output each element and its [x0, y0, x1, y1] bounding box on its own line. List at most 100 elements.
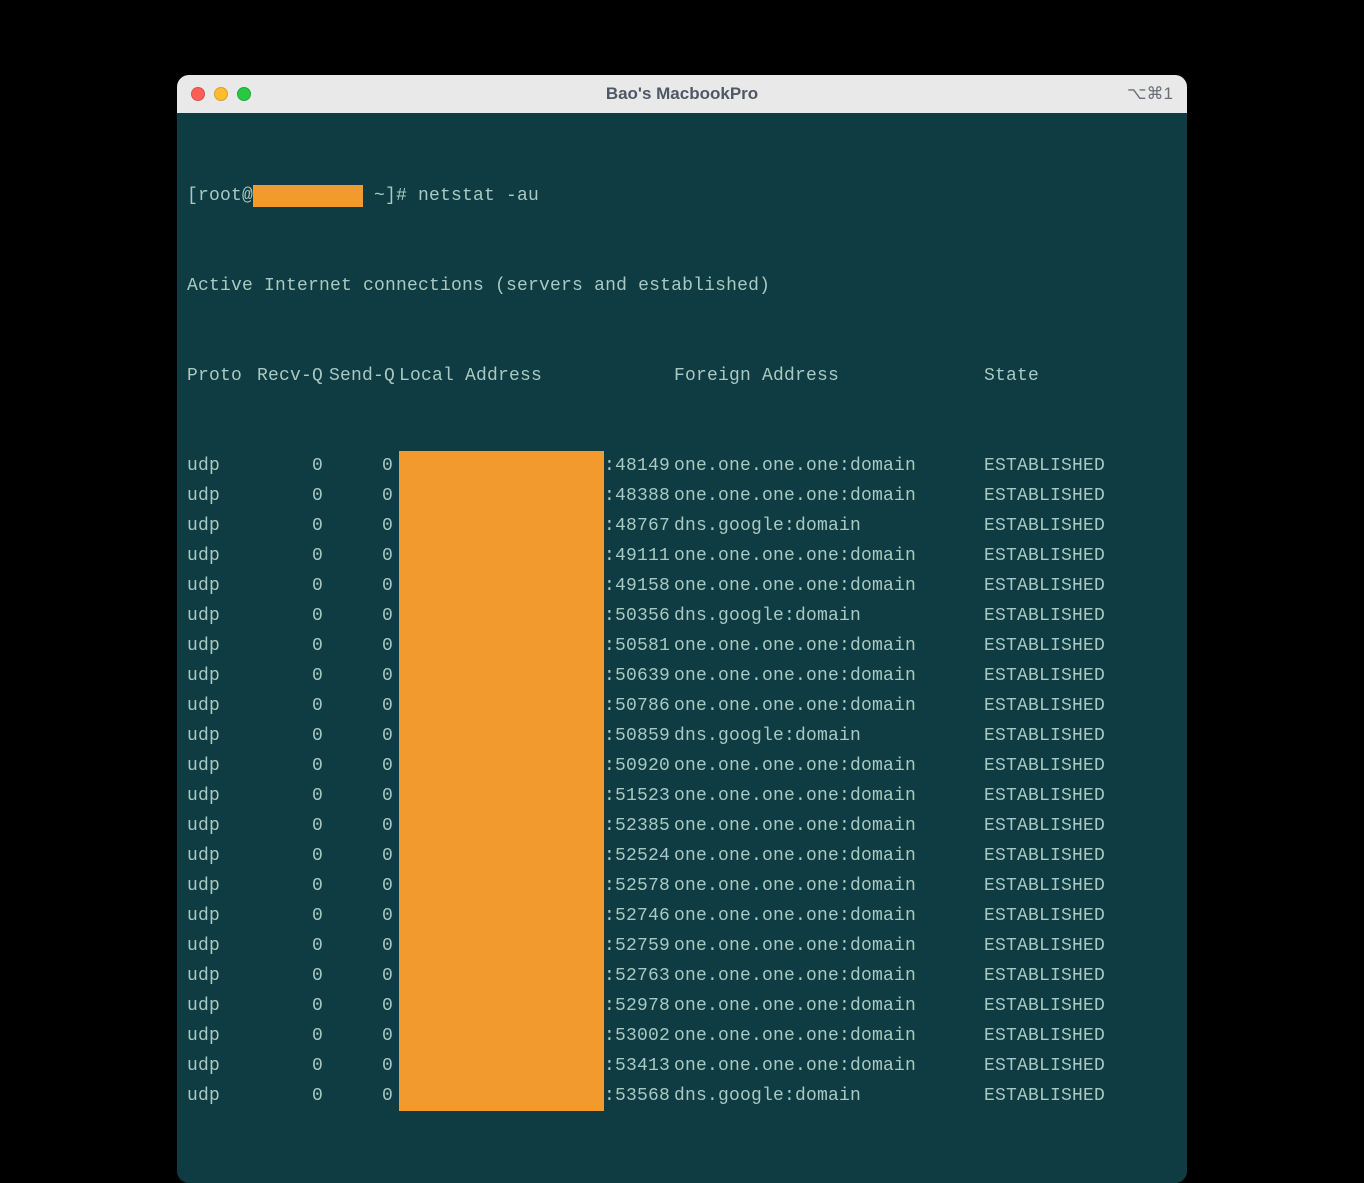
cell-local: :48149 [399, 451, 674, 481]
redacted-local-address [399, 721, 604, 751]
cell-foreign: one.one.one.one:domain [674, 811, 984, 841]
cell-proto: udp [187, 781, 251, 811]
cell-foreign: dns.google:domain [674, 1081, 984, 1111]
cell-recvq: 0 [251, 661, 329, 691]
table-row: udp00:53413one.one.one.one:domainESTABLI… [187, 1051, 1177, 1081]
cell-foreign: one.one.one.one:domain [674, 631, 984, 661]
cell-recvq: 0 [251, 841, 329, 871]
terminal-body[interactable]: [root@ ~]# netstat -au Active Internet c… [177, 113, 1187, 1183]
redacted-local-address [399, 631, 604, 661]
rows-container: udp00:48149one.one.one.one:domainESTABLI… [187, 451, 1177, 1111]
cell-local: :52978 [399, 991, 674, 1021]
cell-proto: udp [187, 871, 251, 901]
local-port: :50786 [604, 691, 670, 721]
cell-state: ESTABLISHED [984, 871, 1177, 901]
cell-state: ESTABLISHED [984, 691, 1177, 721]
cell-sendq: 0 [329, 451, 399, 481]
table-row: udp00:52978one.one.one.one:domainESTABLI… [187, 991, 1177, 1021]
cell-recvq: 0 [251, 1021, 329, 1051]
local-port: :52578 [604, 871, 670, 901]
cell-sendq: 0 [329, 721, 399, 751]
cell-local: :52385 [399, 811, 674, 841]
local-port: :52763 [604, 961, 670, 991]
local-port: :53568 [604, 1081, 670, 1111]
redacted-local-address [399, 1081, 604, 1111]
prompt-line: [root@ ~]# netstat -au [187, 181, 1177, 211]
cell-recvq: 0 [251, 571, 329, 601]
minimize-icon[interactable] [214, 87, 228, 101]
cell-proto: udp [187, 721, 251, 751]
table-row: udp00:52759one.one.one.one:domainESTABLI… [187, 931, 1177, 961]
cell-sendq: 0 [329, 991, 399, 1021]
cell-state: ESTABLISHED [984, 451, 1177, 481]
redacted-local-address [399, 781, 604, 811]
cell-foreign: one.one.one.one:domain [674, 541, 984, 571]
cell-recvq: 0 [251, 631, 329, 661]
cell-sendq: 0 [329, 961, 399, 991]
cell-proto: udp [187, 961, 251, 991]
window-title: Bao's MacbookPro [177, 84, 1187, 104]
cell-foreign: dns.google:domain [674, 601, 984, 631]
local-port: :50581 [604, 631, 670, 661]
redacted-local-address [399, 931, 604, 961]
cell-state: ESTABLISHED [984, 901, 1177, 931]
table-row: udp00:50356dns.google:domainESTABLISHED [187, 601, 1177, 631]
cell-state: ESTABLISHED [984, 1081, 1177, 1111]
redacted-local-address [399, 901, 604, 931]
table-row: udp00:49111one.one.one.one:domainESTABLI… [187, 541, 1177, 571]
cell-foreign: one.one.one.one:domain [674, 1021, 984, 1051]
table-row: udp00:52746one.one.one.one:domainESTABLI… [187, 901, 1177, 931]
cell-foreign: one.one.one.one:domain [674, 661, 984, 691]
cell-foreign: one.one.one.one:domain [674, 751, 984, 781]
local-port: :48149 [604, 451, 670, 481]
col-recvq: Recv-Q [251, 361, 329, 391]
cell-state: ESTABLISHED [984, 751, 1177, 781]
local-port: :53002 [604, 1021, 670, 1051]
cell-proto: udp [187, 481, 251, 511]
cell-local: :50356 [399, 601, 674, 631]
command-text: netstat -au [418, 181, 539, 211]
terminal-window: Bao's MacbookPro ⌥⌘1 [root@ ~]# netstat … [177, 75, 1187, 1183]
local-port: :50920 [604, 751, 670, 781]
prompt-prefix: [root@ [187, 181, 253, 211]
titlebar: Bao's MacbookPro ⌥⌘1 [177, 75, 1187, 113]
cell-local: :50639 [399, 661, 674, 691]
redacted-local-address [399, 751, 604, 781]
cell-recvq: 0 [251, 901, 329, 931]
table-row: udp00:53568dns.google:domainESTABLISHED [187, 1081, 1177, 1111]
cell-recvq: 0 [251, 1051, 329, 1081]
redacted-local-address [399, 601, 604, 631]
cell-recvq: 0 [251, 541, 329, 571]
shortcut-hint: ⌥⌘1 [1127, 84, 1173, 104]
cell-local: :52759 [399, 931, 674, 961]
cell-proto: udp [187, 1021, 251, 1051]
cell-foreign: dns.google:domain [674, 511, 984, 541]
cell-sendq: 0 [329, 871, 399, 901]
cell-sendq: 0 [329, 931, 399, 961]
cell-state: ESTABLISHED [984, 841, 1177, 871]
cell-recvq: 0 [251, 511, 329, 541]
redacted-local-address [399, 1021, 604, 1051]
redacted-local-address [399, 541, 604, 571]
table-row: udp00:52763one.one.one.one:domainESTABLI… [187, 961, 1177, 991]
redacted-local-address [399, 841, 604, 871]
local-port: :53413 [604, 1051, 670, 1081]
local-port: :50859 [604, 721, 670, 751]
cell-sendq: 0 [329, 481, 399, 511]
col-proto: Proto [187, 361, 251, 391]
redacted-local-address [399, 571, 604, 601]
local-port: :48767 [604, 511, 670, 541]
table-row: udp00:50639one.one.one.one:domainESTABLI… [187, 661, 1177, 691]
cell-sendq: 0 [329, 901, 399, 931]
cell-proto: udp [187, 811, 251, 841]
cell-foreign: one.one.one.one:domain [674, 961, 984, 991]
cell-proto: udp [187, 451, 251, 481]
cell-state: ESTABLISHED [984, 781, 1177, 811]
table-row: udp00:50859dns.google:domainESTABLISHED [187, 721, 1177, 751]
close-icon[interactable] [191, 87, 205, 101]
zoom-icon[interactable] [237, 87, 251, 101]
cell-recvq: 0 [251, 721, 329, 751]
local-port: :51523 [604, 781, 670, 811]
cell-foreign: one.one.one.one:domain [674, 841, 984, 871]
redacted-local-address [399, 1051, 604, 1081]
